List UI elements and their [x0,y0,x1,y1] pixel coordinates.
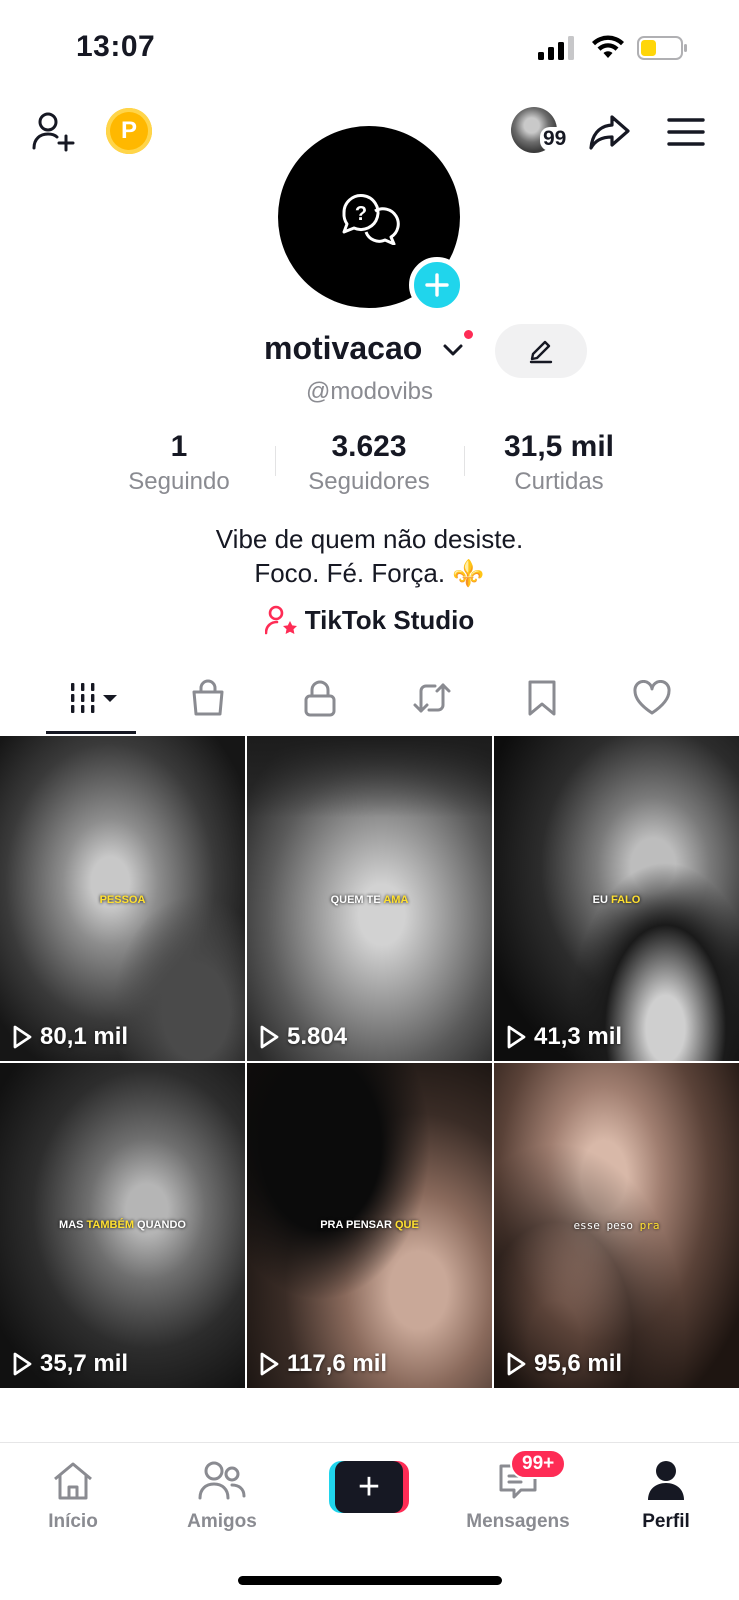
share-profile-button[interactable] [583,106,635,158]
video-thumbnail[interactable]: PRA PENSAR QUE 117,6 mil [247,1063,492,1388]
active-tab-indicator [46,731,136,734]
video-caption: PESSOA [99,894,146,906]
nav-label: Mensagens [466,1511,570,1532]
stat-label: Seguidores [308,468,430,495]
view-count: 117,6 mil [259,1350,387,1378]
tab-liked[interactable] [630,676,674,720]
studio-label: TikTok Studio [304,604,475,635]
play-icon [260,1025,279,1049]
play-icon [13,1352,32,1376]
display-name[interactable]: motivacao [264,330,422,367]
stat-label: Curtidas [514,468,604,495]
view-count: 95,6 mil [506,1350,622,1378]
stat-value: 31,5 mil [503,430,615,463]
grid-icon [71,683,117,713]
nav-label: Perfil [642,1511,690,1532]
tab-videos[interactable] [60,676,130,720]
stat-likes[interactable]: 31,5 mil Curtidas [464,430,654,496]
tab-shop[interactable] [188,676,228,720]
bio-line: Vibe de quem não desiste. [215,524,524,554]
svg-text:?: ? [355,203,367,225]
tab-private[interactable] [300,676,340,720]
add-user-icon [32,112,75,152]
question-chat-icon: ? [342,194,400,245]
video-thumbnail[interactable]: esse peso pra 95,6 mil [494,1063,739,1388]
lock-icon [304,680,336,717]
bio-line: Foco. Fé. Força. ⚜️ [254,558,485,588]
video-caption: EU FALO [592,894,641,906]
stat-value: 3.623 [331,430,407,463]
stat-following[interactable]: 1 Seguindo [84,430,274,496]
video-thumbnail[interactable]: EU FALO 41,3 mil [494,736,739,1061]
profile-icon [648,1461,684,1500]
name-row: motivacao [0,324,739,378]
messages-badge: 99+ [510,1449,567,1479]
tiktok-studio-link[interactable]: TikTok Studio [0,602,739,638]
video-caption: esse peso pra [573,1219,660,1232]
menu-button[interactable] [660,106,712,158]
home-indicator [238,1576,502,1585]
nav-label: Amigos [187,1511,257,1532]
view-count: 80,1 mil [12,1023,128,1051]
profile-bio: Vibe de quem não desiste. Foco. Fé. Forç… [0,522,739,590]
tab-reposts[interactable] [410,676,454,720]
notification-dot [462,328,475,341]
edit-profile-button[interactable] [495,324,587,378]
stat-value: 1 [170,430,188,463]
stat-label: Seguindo [128,468,230,495]
add-avatar-button[interactable] [409,257,465,313]
add-friend-button[interactable] [28,106,80,158]
coin-icon: P [120,117,137,144]
chevron-down-icon[interactable] [441,338,465,362]
plus-icon: + [335,1461,403,1513]
hamburger-menu-icon [667,118,705,146]
repost-icon [413,683,451,713]
battery-icon [637,36,687,60]
view-count: 35,7 mil [12,1350,128,1378]
tab-saved[interactable] [522,676,562,720]
play-icon [507,1025,526,1049]
creator-star-icon [264,605,297,635]
create-button[interactable]: + [329,1461,409,1513]
friends-icon [198,1461,246,1500]
nav-label: Início [48,1511,98,1532]
play-icon [507,1352,526,1376]
video-thumbnail[interactable]: PESSOA 80,1 mil [0,736,245,1061]
video-thumbnail[interactable]: MAS TAMBÉM QUANDO 35,7 mil [0,1063,245,1388]
video-caption: MAS TAMBÉM QUANDO [59,1219,186,1231]
view-count: 5.804 [259,1023,347,1051]
friends-count-badge: 99 [540,127,570,151]
home-icon [54,1462,92,1500]
pencil-icon [529,340,553,364]
video-thumbnail[interactable]: QUEM TE AMA 5.804 [247,736,492,1061]
video-caption: QUEM TE AMA [330,894,409,906]
nav-friends[interactable]: Amigos [162,1457,282,1533]
bookmark-icon [528,680,556,716]
view-count: 41,3 mil [506,1023,622,1051]
profile-tabs [0,668,739,736]
username: @modovibs [305,378,434,405]
nav-home[interactable]: Início [13,1457,133,1533]
play-icon [260,1352,279,1376]
plus-icon [425,273,449,297]
video-caption: PRA PENSAR QUE [320,1219,419,1231]
status-time: 13:07 [76,30,156,63]
nav-profile[interactable]: Perfil [606,1457,726,1533]
profile-stats: 1 Seguindo 3.623 Seguidores 31,5 mil Cur… [0,430,739,500]
share-icon [589,115,630,150]
cellular-signal-icon [538,36,574,60]
shopping-bag-icon [192,679,224,716]
play-icon [13,1025,32,1049]
video-grid: PESSOA 80,1 mil QUEM TE AMA 5.804 EU FAL… [0,736,739,1388]
stat-followers[interactable]: 3.623 Seguidores [274,430,464,496]
status-bar: 13:07 [0,0,739,90]
coins-button[interactable]: P [106,108,152,154]
wifi-icon [592,35,624,58]
heart-icon [633,680,671,715]
